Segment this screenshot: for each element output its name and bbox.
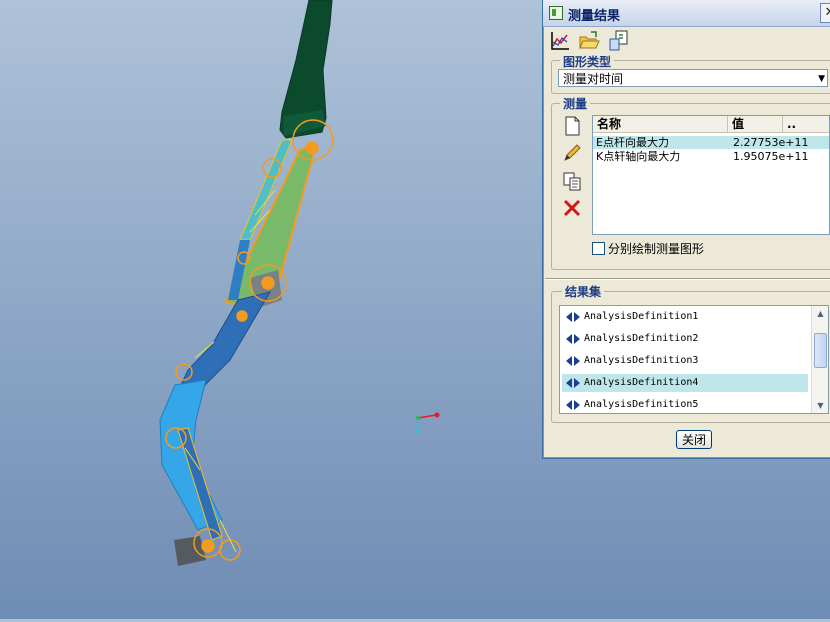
title-bar[interactable]: 测量结果 ✕ <box>543 0 830 27</box>
graph-type-value: 测量对时间 <box>563 72 624 86</box>
column-header-name[interactable]: 名称 <box>593 116 728 133</box>
result-sets-label: 结果集 <box>562 283 605 300</box>
separate-plot-label: 分别绘制测量图形 <box>608 242 705 256</box>
chevron-down-icon: ▼ <box>818 74 825 84</box>
result-set-icon <box>566 400 580 410</box>
column-header-value[interactable]: 值 <box>728 116 783 133</box>
separate-plot-checkbox[interactable] <box>592 242 605 255</box>
copy-icon[interactable] <box>561 170 583 192</box>
open-folder-icon[interactable] <box>578 30 600 52</box>
list-item-label: AnalysisDefinition5 <box>584 399 699 410</box>
new-document-icon[interactable] <box>561 115 583 137</box>
result-sets-list: AnalysisDefinition1 AnalysisDefinition2 … <box>559 305 829 414</box>
coordinate-triad <box>415 412 440 433</box>
result-set-icon <box>566 312 580 322</box>
row-name: K点轩轴向最大力 <box>596 150 681 163</box>
list-item[interactable]: AnalysisDefinition5 <box>562 396 808 413</box>
measures-table: 名称 值 .. E点杆向最大力 2.27753e+11 K点轩轴向最大力 1.9… <box>592 115 830 235</box>
row-value: 2.27753e+11 <box>733 136 809 149</box>
close-icon[interactable]: ✕ <box>820 3 830 23</box>
list-item-label: AnalysisDefinition1 <box>584 311 699 322</box>
window-icon <box>549 6 563 20</box>
scroll-down-icon[interactable]: ▼ <box>812 398 828 413</box>
row-name: E点杆向最大力 <box>596 136 669 149</box>
result-set-icon <box>566 356 580 366</box>
table-row[interactable]: E点杆向最大力 2.27753e+11 <box>593 136 829 149</box>
scroll-thumb[interactable] <box>814 333 827 368</box>
export-icon[interactable] <box>607 30 629 52</box>
close-button[interactable]: 关闭 <box>676 430 712 449</box>
column-header-more[interactable]: .. <box>783 116 829 133</box>
window-title: 测量结果 <box>568 9 621 24</box>
table-row[interactable]: K点轩轴向最大力 1.95075e+11 <box>593 150 829 163</box>
graph-type-select[interactable]: 测量对时间 ▼ <box>558 69 828 87</box>
measurement-results-dialog: 测量结果 ✕ 图形类型 测量对时间 ▼ 测量 <box>542 0 830 459</box>
list-item[interactable]: AnalysisDefinition4 <box>562 374 808 392</box>
graph-type-label: 图形类型 <box>560 53 615 70</box>
list-item-label: AnalysisDefinition4 <box>584 377 699 388</box>
list-item[interactable]: AnalysisDefinition1 <box>562 308 808 326</box>
row-value: 1.95075e+11 <box>733 150 809 163</box>
list-item[interactable]: AnalysisDefinition3 <box>562 352 808 370</box>
graph-icon[interactable] <box>549 30 571 52</box>
vertical-scrollbar[interactable]: ▲ ▼ <box>811 306 828 413</box>
list-item[interactable]: AnalysisDefinition2 <box>562 330 808 348</box>
result-set-icon <box>566 378 580 388</box>
edit-pencil-icon[interactable] <box>561 142 583 164</box>
bucket-block <box>174 536 206 566</box>
measures-label: 测量 <box>560 95 591 112</box>
list-item-label: AnalysisDefinition3 <box>584 355 699 366</box>
result-set-icon <box>566 334 580 344</box>
list-item-label: AnalysisDefinition2 <box>584 333 699 344</box>
scroll-up-icon[interactable]: ▲ <box>812 306 828 321</box>
divider <box>545 278 830 280</box>
delete-x-icon[interactable] <box>561 197 583 219</box>
